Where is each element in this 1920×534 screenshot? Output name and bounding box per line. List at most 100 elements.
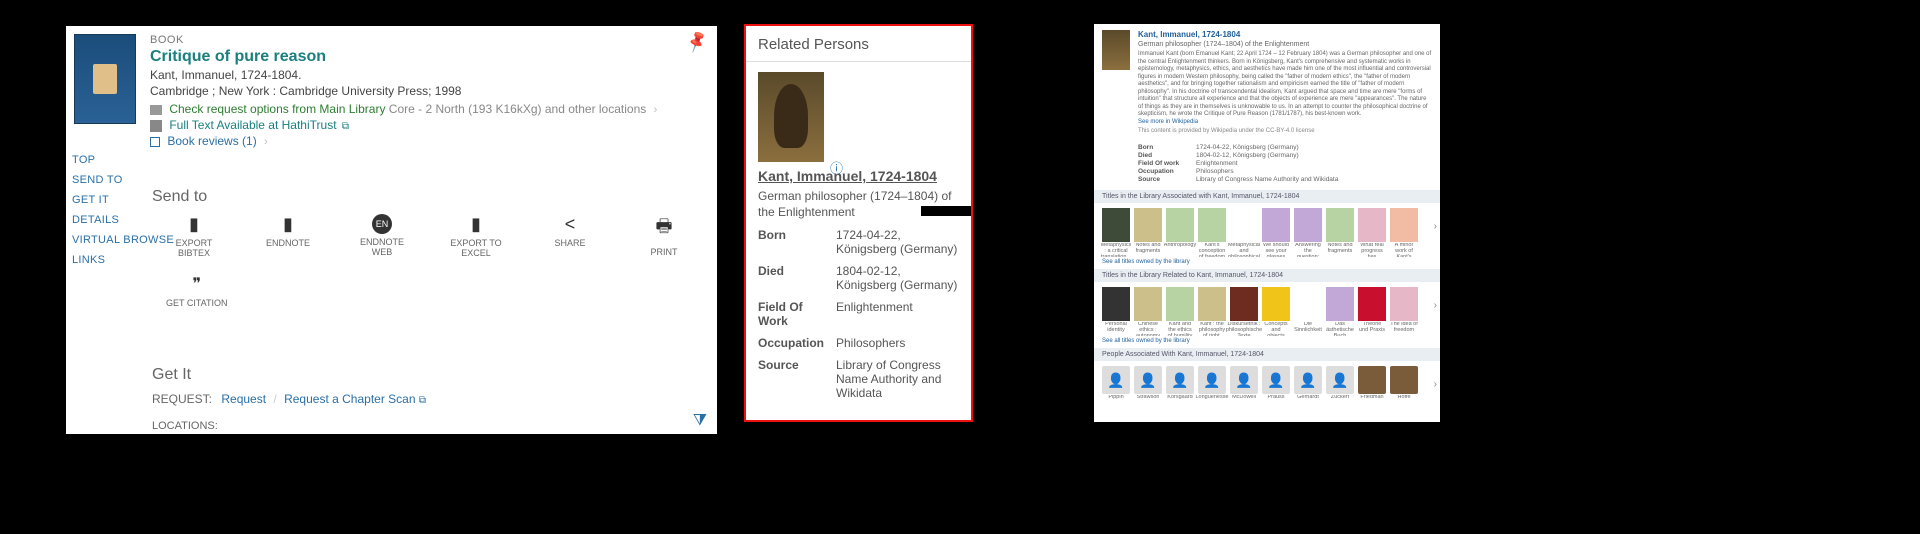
title-card[interactable]: Notes and fragments <box>1134 208 1162 257</box>
person-name-label: Pippin <box>1108 395 1123 409</box>
title-thumbnail <box>1390 208 1418 242</box>
title-card[interactable]: A minor work of Kant's <box>1390 208 1418 257</box>
title-thumbnail <box>1230 208 1258 242</box>
hathitrust-link[interactable]: Full Text Available at HathiTrust ⧉ <box>150 118 349 132</box>
person-card[interactable]: Friedman <box>1358 366 1386 409</box>
title-card[interactable]: We should see your glasses <box>1262 208 1290 257</box>
request-link[interactable]: Request <box>221 392 266 406</box>
export-bibtex-button[interactable]: ▮EXPORT BIBTEX <box>166 214 222 259</box>
print-button[interactable]: 🖶PRINT <box>636 214 692 259</box>
person-name-label: McDowell <box>1232 395 1256 409</box>
detail-person-bio: Immanuel Kant (born Emanuel Kant; 22 Apr… <box>1138 51 1432 126</box>
quote-icon: ❞ <box>192 274 201 294</box>
chapter-scan-link[interactable]: Request a Chapter Scan ⧉ <box>284 392 426 406</box>
person-card[interactable]: 👤Gerhardt <box>1294 366 1322 409</box>
see-all-titles-link-2[interactable]: See all titles owned by the library <box>1094 338 1440 348</box>
detail-person-name[interactable]: Kant, Immanuel, 1724-1804 <box>1138 30 1432 39</box>
title-card[interactable]: Concepts and objects <box>1262 287 1290 336</box>
title-thumbnail <box>1230 287 1258 321</box>
title-card[interactable]: Personal identity <box>1102 287 1130 336</box>
title-thumbnail <box>1294 287 1322 321</box>
title-thumbnail <box>1102 287 1130 321</box>
person-card[interactable]: 👤Strawson <box>1134 366 1162 409</box>
title-caption: Kant's conception of freedom <box>1198 243 1226 257</box>
associated-people-heading: People Associated With Kant, Immanuel, 1… <box>1094 348 1440 361</box>
reviews-icon <box>150 137 160 147</box>
title-card[interactable]: Kant : the philosophy of right, Williams <box>1198 287 1226 336</box>
title-card[interactable]: Kant and the ethics of humility <box>1166 287 1194 336</box>
related-persons-panel: Related Persons ⓘ Kant, Immanuel, 1724-1… <box>744 24 973 422</box>
title-card[interactable]: Kant's conception of freedom <box>1198 208 1226 257</box>
nav-virtual-browse[interactable]: VIRTUAL BROWSE <box>72 234 174 246</box>
title-card[interactable]: Das ästhetische Buch <box>1326 287 1354 336</box>
person-card[interactable]: 👤Pippin <box>1102 366 1130 409</box>
nav-send-to[interactable]: SEND TO <box>72 174 174 186</box>
person-card[interactable]: Höffe <box>1390 366 1418 409</box>
license-note: This content is provided by Wikipedia un… <box>1138 128 1432 134</box>
info-icon[interactable]: ⓘ <box>830 158 843 177</box>
chevron-right-icon: › <box>264 136 268 148</box>
person-detail-card: Kant, Immanuel, 1724-1804 German philoso… <box>1094 24 1440 422</box>
title-card[interactable]: Metaphysical and philosophical works <box>1230 208 1258 257</box>
share-button[interactable]: <SHARE <box>542 214 598 259</box>
title-caption: We should see your glasses <box>1262 243 1290 257</box>
title-card[interactable]: Anthropology <box>1166 208 1194 257</box>
title-card[interactable]: Answering the question: What is... <box>1294 208 1322 257</box>
title-card[interactable]: What real progress has metaphysics <box>1358 208 1386 257</box>
person-avatar-icon: 👤 <box>1166 366 1194 394</box>
see-more-wikipedia-link[interactable]: See more in Wikipedia <box>1138 119 1198 125</box>
person-card[interactable]: 👤McDowell <box>1230 366 1258 409</box>
person-card[interactable]: 👤Longuenesse <box>1198 366 1226 409</box>
person-name-label: Prauss <box>1267 395 1284 409</box>
title-caption: Notes and fragments <box>1134 243 1162 257</box>
person-avatar-icon: 👤 <box>1262 366 1290 394</box>
carousel-next-icon[interactable]: › <box>1434 300 1437 311</box>
title-caption: Concepts and objects <box>1262 322 1290 336</box>
title-card[interactable]: Metaphysics : a critical translation... <box>1102 208 1130 257</box>
title-thumbnail <box>1262 208 1290 242</box>
title-caption: Anthropology <box>1164 243 1196 257</box>
get-citation-button[interactable]: ❞ GET CITATION <box>166 274 228 308</box>
person-avatar-icon: 👤 <box>1198 366 1226 394</box>
person-name-link[interactable]: Kant, Immanuel, 1724-1804 <box>758 168 959 184</box>
title-caption: Kant and the ethics of humility <box>1166 322 1194 336</box>
endnote-web-button[interactable]: ENENDNOTE WEB <box>354 214 410 259</box>
share-icon: < <box>565 214 576 235</box>
pin-icon[interactable]: 📌 <box>684 29 711 56</box>
see-all-titles-link[interactable]: See all titles owned by the library <box>1094 259 1440 269</box>
title-thumbnail <box>1102 208 1130 242</box>
nav-details[interactable]: DETAILS <box>72 214 174 226</box>
export-excel-button[interactable]: ▮EXPORT TO EXCEL <box>448 214 504 259</box>
title-card[interactable]: Diskursethik : philosophische Texte <box>1230 287 1258 336</box>
title-card[interactable]: Notes and fragments <box>1326 208 1354 257</box>
carousel-next-icon[interactable]: › <box>1434 379 1437 390</box>
external-link-icon: ⧉ <box>342 121 349 132</box>
send-to-buttons: ▮EXPORT BIBTEX ▮ENDNOTE ENENDNOTE WEB ▮E… <box>166 214 717 259</box>
record-title[interactable]: Critique of pure reason <box>150 48 326 66</box>
title-thumbnail <box>1358 287 1386 321</box>
title-caption: Die Sinnlichkeit <box>1294 322 1322 336</box>
nav-links[interactable]: LINKS <box>72 254 174 266</box>
availability-line[interactable]: Check request options from Main Library … <box>150 102 657 116</box>
title-card[interactable]: Theorie und Praxis <box>1358 287 1386 336</box>
book-reviews-link[interactable]: Book reviews (1) › <box>150 134 268 148</box>
person-card[interactable]: 👤Korsgaard <box>1166 366 1194 409</box>
title-card[interactable]: Chinese ethics : autonomy and Tao <box>1134 287 1162 336</box>
locations-label: LOCATIONS: <box>152 420 218 432</box>
section-nav: TOP SEND TO GET IT DETAILS VIRTUAL BROWS… <box>72 154 174 266</box>
title-card[interactable]: The idea of freedom <box>1390 287 1418 336</box>
book-cover-thumbnail[interactable] <box>74 34 136 124</box>
person-avatar-icon: 👤 <box>1326 366 1354 394</box>
person-portrait-small <box>1102 30 1130 70</box>
person-portrait[interactable] <box>758 72 824 162</box>
person-card[interactable]: 👤Prauss <box>1262 366 1290 409</box>
endnote-button[interactable]: ▮ENDNOTE <box>260 214 316 259</box>
title-card[interactable]: Die Sinnlichkeit <box>1294 287 1322 336</box>
get-it-heading: Get It <box>152 366 191 384</box>
filter-icon[interactable]: ⧩ <box>693 412 707 430</box>
person-name-label: Strawson <box>1137 395 1160 409</box>
person-card[interactable]: 👤Zuckert <box>1326 366 1354 409</box>
nav-top[interactable]: TOP <box>72 154 174 166</box>
carousel-next-icon[interactable]: › <box>1434 221 1437 232</box>
person-avatar-icon: 👤 <box>1102 366 1130 394</box>
